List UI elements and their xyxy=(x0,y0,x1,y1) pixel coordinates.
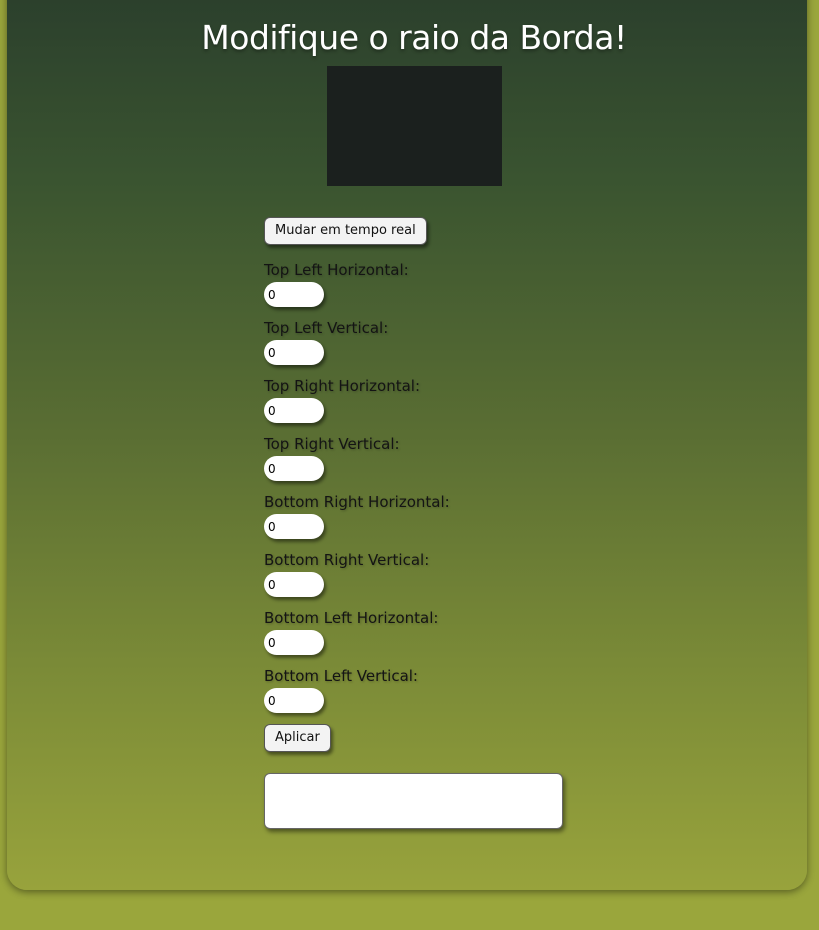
realtime-toggle-button[interactable]: Mudar em tempo real xyxy=(264,217,427,245)
field-label: Bottom Left Horizontal: xyxy=(264,609,439,627)
field-label: Top Left Vertical: xyxy=(264,319,389,337)
bottom-right-horizontal-input[interactable] xyxy=(264,514,324,539)
field-bottom-left-vertical: Bottom Left Vertical: xyxy=(264,667,584,713)
field-bottom-left-horizontal: Bottom Left Horizontal: xyxy=(264,609,584,655)
border-radius-preview-box xyxy=(327,66,502,186)
field-label: Bottom Left Vertical: xyxy=(264,667,418,685)
field-top-right-vertical: Top Right Vertical: xyxy=(264,435,584,481)
field-label: Top Right Vertical: xyxy=(264,435,400,453)
top-left-vertical-input[interactable] xyxy=(264,340,324,365)
field-label: Bottom Right Vertical: xyxy=(264,551,430,569)
css-output-box xyxy=(264,773,563,829)
apply-button[interactable]: Aplicar xyxy=(264,724,331,752)
top-right-vertical-input[interactable] xyxy=(264,456,324,481)
top-left-horizontal-input[interactable] xyxy=(264,282,324,307)
field-label: Top Right Horizontal: xyxy=(264,377,420,395)
field-label: Bottom Right Horizontal: xyxy=(264,493,450,511)
bottom-left-horizontal-input[interactable] xyxy=(264,630,324,655)
bottom-right-vertical-input[interactable] xyxy=(264,572,324,597)
field-top-left-horizontal: Top Left Horizontal: xyxy=(264,261,584,307)
field-top-right-horizontal: Top Right Horizontal: xyxy=(264,377,584,423)
border-radius-form: Mudar em tempo real Top Left Horizontal:… xyxy=(264,217,584,829)
field-bottom-right-vertical: Bottom Right Vertical: xyxy=(264,551,584,597)
main-card: Modifique o raio da Borda! Mudar em temp… xyxy=(7,0,807,890)
field-label: Top Left Horizontal: xyxy=(264,261,409,279)
field-bottom-right-horizontal: Bottom Right Horizontal: xyxy=(264,493,584,539)
bottom-left-vertical-input[interactable] xyxy=(264,688,324,713)
top-right-horizontal-input[interactable] xyxy=(264,398,324,423)
page-title: Modifique o raio da Borda! xyxy=(201,18,627,57)
field-top-left-vertical: Top Left Vertical: xyxy=(264,319,584,365)
